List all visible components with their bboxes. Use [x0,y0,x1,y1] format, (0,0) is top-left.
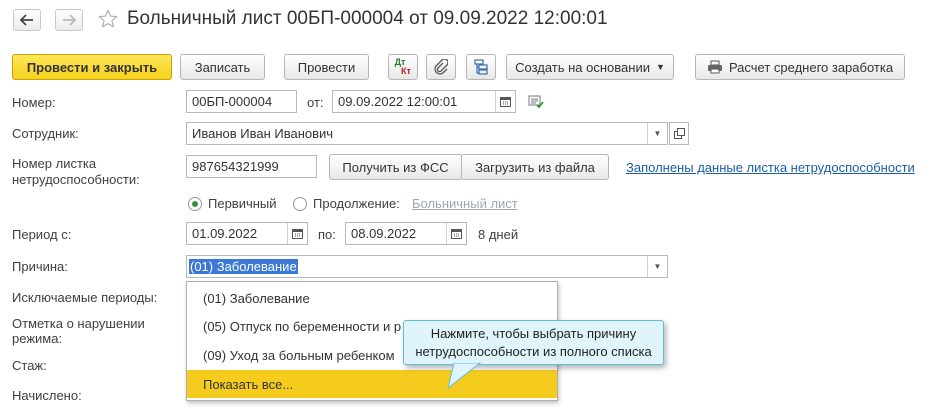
period-from-label: Период с: [12,227,72,242]
number-field[interactable]: 00БП-000004 [186,90,297,113]
radio-primary[interactable] [188,197,202,211]
radio-continuation[interactable] [293,197,307,211]
forward-button[interactable] [55,9,83,31]
structure-button[interactable] [466,54,496,80]
sheet-number-value: 987654321999 [192,159,279,174]
create-based-on-button[interactable]: Создать на основании ▼ [506,54,674,80]
favorite-star-icon[interactable] [98,9,118,32]
number-value: 00БП-000004 [192,94,273,109]
date-from-label: от: [307,95,324,110]
dropdown-item[interactable]: (01) Заболевание [187,284,557,312]
reason-field[interactable]: (01) Заболевание ▼ [186,255,668,278]
sheet-number-field[interactable]: 987654321999 [186,155,317,178]
calendar-icon [500,97,511,107]
period-to-label: по: [318,227,336,242]
sheet-number-label-line1: Номер листка [12,156,97,171]
show-all-item[interactable]: Показать все... [187,370,557,398]
create-based-on-label: Создать на основании [515,59,650,75]
chevron-down-icon: ▼ [653,129,662,138]
number-label: Номер: [12,95,56,110]
printer-icon [707,60,722,74]
back-button[interactable] [13,9,41,31]
accrued-label: Начислено: [12,388,82,403]
employee-dropdown-button[interactable]: ▼ [647,123,667,144]
excluded-periods-label: Исключаемые периоды: [12,290,158,305]
hint-line-2: нетрудоспособности из полного списка [415,343,652,359]
save-button[interactable]: Записать [180,54,265,80]
document-date-value: 09.09.2022 12:00:01 [338,94,458,109]
calc-average-earnings-button[interactable]: Расчет среднего заработка [695,54,905,80]
document-date-field[interactable]: 09.09.2022 12:00:01 [332,90,516,113]
dtkt-icon-bottom: Кт [401,66,411,76]
sheet-number-label-line2: нетрудоспособности: [12,172,140,187]
calendar-icon [451,229,462,239]
violation-label-line1: Отметка о нарушении [12,316,145,331]
open-employee-button[interactable] [669,122,689,145]
calendar-button[interactable] [287,223,307,244]
load-from-file-button[interactable]: Загрузить из файла [461,154,609,180]
calendar-icon [292,229,303,239]
reason-label: Причина: [12,259,68,274]
hierarchy-icon [474,59,488,75]
continuation-link[interactable]: Больничный лист [412,196,518,211]
post-and-close-button[interactable]: Провести и закрыть [12,54,172,80]
period-start-field[interactable]: 01.09.2022 [186,222,308,245]
calendar-button[interactable] [495,91,515,112]
page-title: Больничный лист 00БП-000004 от 09.09.202… [127,8,608,29]
arrow-right-icon [63,14,76,26]
chevron-down-icon: ▼ [655,62,665,72]
hint-line-1: Нажмите, чтобы выбрать причину [430,325,637,341]
paperclip-icon [434,59,448,75]
period-start-value: 01.09.2022 [192,226,258,241]
days-count: 8 дней [478,227,519,242]
dtkt-button[interactable]: Дт Кт [388,54,418,80]
post-button[interactable]: Провести [284,54,369,80]
experience-label: Стаж: [12,358,47,373]
period-end-value: 08.09.2022 [351,226,417,241]
document-status-icon [528,95,544,112]
get-from-fss-button[interactable]: Получить из ФСС [329,154,462,180]
radio-primary-label: Первичный [208,196,277,211]
employee-value: Иванов Иван Иванович [192,126,334,141]
open-link-icon [673,128,685,139]
employee-label: Сотрудник: [12,126,79,141]
radio-continuation-label: Продолжение: [313,196,400,211]
employee-field[interactable]: Иванов Иван Иванович ▼ [186,122,668,145]
reason-dropdown-button[interactable]: ▼ [647,256,667,277]
reason-value: (01) Заболевание [189,259,298,274]
tooltip-pointer [447,362,482,390]
period-end-field[interactable]: 08.09.2022 [345,222,467,245]
attach-button[interactable] [426,54,456,80]
filled-data-link[interactable]: Заполнены данные листка нетрудоспособнос… [626,160,915,175]
calendar-button[interactable] [446,223,466,244]
calc-average-earnings-label: Расчет среднего заработка [728,59,894,75]
arrow-left-icon [20,14,33,26]
chevron-down-icon: ▼ [653,262,662,271]
hint-tooltip: Нажмите, чтобы выбрать причину нетрудосп… [403,320,664,365]
violation-label-line2: режима: [12,331,63,346]
